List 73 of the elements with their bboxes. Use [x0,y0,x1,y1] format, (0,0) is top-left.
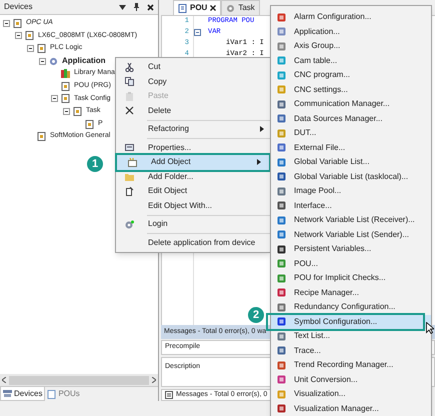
panel-tab[interactable]: Devices [0,387,46,401]
menu-item[interactable]: POU for Implicit Checks... [271,271,431,286]
panel-tab[interactable]: POUs [45,387,82,401]
menu-item[interactable]: CNC program... [271,68,431,82]
menu-item[interactable]: Visualization... [271,387,431,402]
menu-item[interactable]: Recipe Manager... [271,286,431,300]
menu-item[interactable]: Global Variable List (tasklocal)... [271,170,431,184]
menu-item[interactable]: Alarm Configuration... [271,10,431,24]
close-icon[interactable] [210,5,216,11]
menu-item[interactable]: Axis Group... [271,39,431,54]
scissors-icon [124,62,134,72]
pin-icon[interactable] [134,3,139,11]
menu-item[interactable]: Add Folder... [117,170,269,184]
menu-item[interactable]: CNC settings... [271,82,431,97]
menu-item[interactable]: Visualization Manager... [271,402,431,416]
clipboard-icon [124,92,134,101]
collapse-icon[interactable] [3,20,10,27]
cursor-icon [426,322,434,334]
scrollbar[interactable] [0,374,158,386]
delete-icon [124,106,134,116]
page-icon [47,390,56,398]
menu-item[interactable]: Properties... [117,140,269,155]
collapse-icon[interactable] [15,32,22,40]
menu-item[interactable]: POU... [271,256,431,271]
menu-item[interactable]: Network Variable List (Sender)... [271,228,431,242]
menu-item[interactable]: Interface... [271,198,431,213]
submenu-arrow-icon [260,126,264,132]
network-icon [3,389,12,398]
menu-item[interactable]: Persistent Variables... [271,242,431,256]
panel-title: Devices [4,1,34,13]
menu-item[interactable]: Redundancy Configuration... [271,300,431,314]
collapse-icon[interactable] [39,58,46,65]
menu-item[interactable]: Delete [117,104,269,118]
add-object-icon [128,158,136,167]
menu-item[interactable]: Edit Object [117,184,269,198]
menu-item[interactable]: Delete application from device [117,236,269,250]
menu-item[interactable]: Copy [117,74,269,89]
menu-item[interactable]: Refactoring [117,122,269,136]
submenu-arrow-icon [257,159,261,166]
editor-tab[interactable]: Task [221,0,260,15]
menu-item[interactable]: External File... [271,140,431,155]
menu-item[interactable]: Unit Conversion... [271,372,431,387]
scroll-right-icon[interactable] [152,377,156,383]
tree-item[interactable]: Application [61,55,107,68]
books-icon [61,69,70,78]
dropdown-icon[interactable] [119,4,126,10]
menu-item[interactable]: Network Variable List (Receiver)... [271,213,431,228]
menu-item[interactable]: Edit Object With... [117,198,269,213]
menu-item[interactable]: Global Variable List... [271,155,431,170]
menu-item[interactable]: Cut [117,60,269,74]
folder-icon [124,172,134,182]
page-icon [178,4,187,12]
list-icon [165,391,173,399]
menu-item[interactable]: DUT... [271,126,431,140]
properties-icon [124,143,134,152]
copy-icon [124,77,134,86]
menu-item[interactable]: Add Object [117,155,269,170]
edit-icon [124,186,134,196]
menu-item[interactable]: Communication Manager... [271,97,431,112]
close-icon[interactable] [147,4,154,10]
collapse-icon[interactable] [63,108,70,115]
menu-item[interactable]: Image Pool... [271,184,431,198]
menu-item[interactable]: Login [117,217,269,232]
editor-tab[interactable]: POU [173,0,222,15]
menu-item[interactable]: Trace... [271,344,431,358]
collapse-icon[interactable] [51,95,58,102]
collapse-icon[interactable] [27,44,34,52]
menu-item[interactable]: Application... [271,24,431,39]
page-icon [37,132,46,142]
menu-item[interactable]: Trend Recording Manager... [271,358,431,372]
scroll-left-icon[interactable] [2,377,6,383]
menu-item[interactable]: Data Sources Manager... [271,112,431,126]
menu-item[interactable]: Cam table... [271,54,431,68]
